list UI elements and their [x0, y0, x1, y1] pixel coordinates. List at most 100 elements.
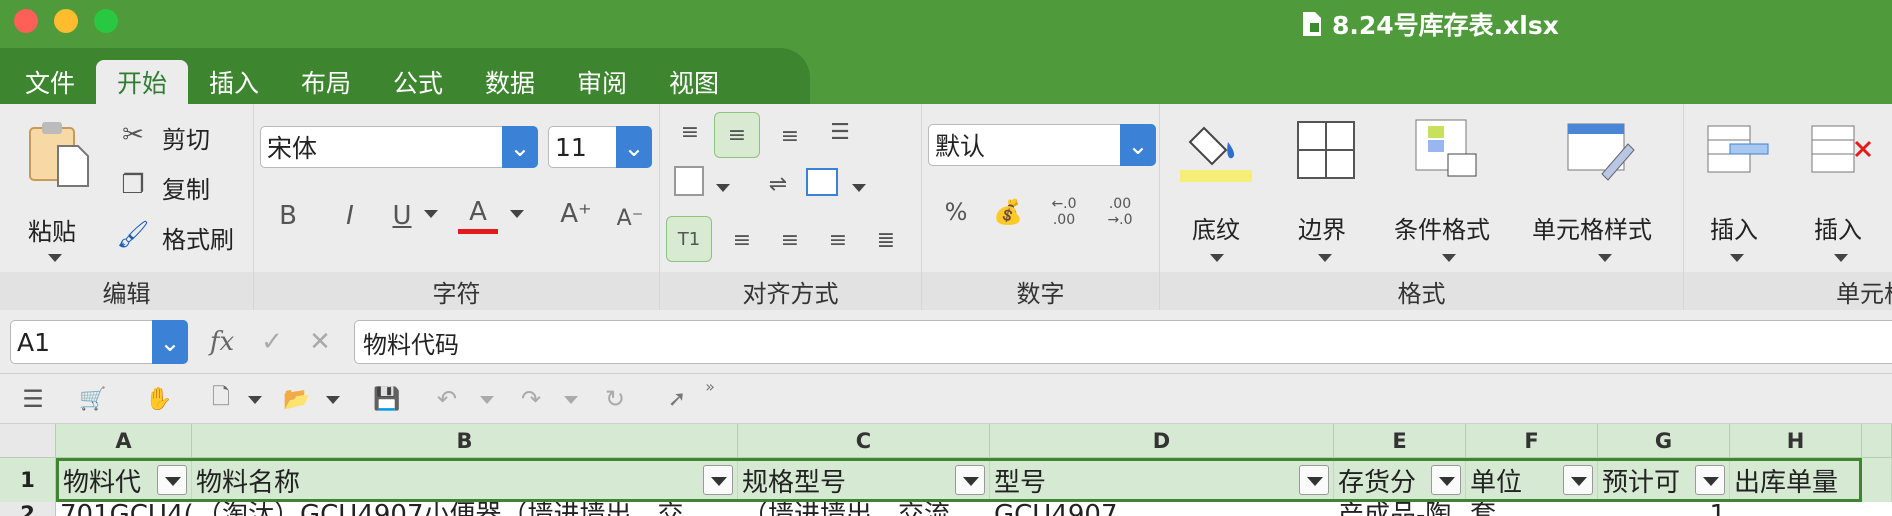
filter-icon[interactable]: [1299, 465, 1329, 495]
column-header[interactable]: A: [56, 424, 192, 458]
font-size-select[interactable]: 11 ⌄: [548, 126, 652, 168]
function-icon[interactable]: fx: [204, 322, 240, 362]
row-header[interactable]: 1: [0, 458, 56, 502]
new-dropdown-icon[interactable]: [248, 396, 262, 404]
percent-button[interactable]: %: [936, 192, 976, 232]
name-box[interactable]: A1 ⌄: [10, 320, 188, 364]
formula-input[interactable]: 物料代码: [354, 320, 1892, 364]
borders-button[interactable]: 边界: [1288, 118, 1364, 268]
currency-icon[interactable]: 💰: [988, 192, 1028, 232]
data-cell[interactable]: GCU4907: [994, 502, 1334, 516]
text-orientation-icon[interactable]: ☰: [820, 112, 860, 152]
cell-styles-button[interactable]: 单元格样式: [1530, 118, 1680, 268]
pointer-icon[interactable]: ➚: [660, 382, 694, 416]
header-cell[interactable]: 规格型号: [738, 458, 990, 502]
undo-icon[interactable]: ↶: [430, 382, 464, 416]
tab-insert[interactable]: 插入: [196, 60, 272, 104]
filter-icon[interactable]: [157, 465, 187, 495]
zoom-window-button[interactable]: [94, 9, 118, 33]
chevron-down-icon[interactable]: ⌄: [1120, 124, 1156, 166]
align-middle-icon[interactable]: ≡: [714, 112, 760, 158]
column-header[interactable]: F: [1466, 424, 1598, 458]
check-icon[interactable]: ✓: [254, 322, 290, 362]
refresh-icon[interactable]: ↻: [598, 382, 632, 416]
header-cell[interactable]: 存货分: [1334, 458, 1466, 502]
tab-view[interactable]: 视图: [656, 60, 732, 104]
filter-icon[interactable]: [1431, 465, 1461, 495]
justify-icon[interactable]: ≣: [866, 220, 906, 260]
tab-review[interactable]: 审阅: [564, 60, 640, 104]
italic-button[interactable]: I: [330, 196, 370, 236]
column-header[interactable]: [1862, 424, 1892, 458]
tab-file[interactable]: 文件: [12, 60, 88, 104]
merge-cells-icon[interactable]: [806, 168, 838, 196]
header-cell[interactable]: 物料代: [56, 458, 192, 502]
column-header[interactable]: B: [192, 424, 738, 458]
data-cell[interactable]: 1: [1602, 502, 1726, 516]
number-format-select[interactable]: 默认 ⌄: [928, 124, 1156, 166]
align-right-icon[interactable]: ≡: [818, 220, 858, 260]
increase-font-icon[interactable]: A⁺: [556, 194, 596, 234]
column-header[interactable]: G: [1598, 424, 1730, 458]
hand-icon[interactable]: ✋: [142, 382, 176, 416]
filter-icon[interactable]: [703, 465, 733, 495]
column-header[interactable]: D: [990, 424, 1334, 458]
insert-cells-button[interactable]: 插入: [1702, 118, 1778, 268]
column-header[interactable]: E: [1334, 424, 1466, 458]
chevron-down-icon[interactable]: ⌄: [616, 126, 652, 168]
chevron-down-icon[interactable]: ⌄: [502, 126, 538, 168]
data-cell[interactable]: （墙进墙出，交流: [742, 502, 990, 516]
paste-dropdown-icon[interactable]: [48, 254, 62, 262]
save-icon[interactable]: 💾: [370, 382, 404, 416]
column-header[interactable]: C: [738, 424, 990, 458]
wrap-text-icon[interactable]: ⇌: [758, 166, 798, 202]
align-bottom-icon[interactable]: ≡: [770, 116, 810, 156]
new-file-icon[interactable]: 🗋: [204, 382, 238, 416]
insert2-dropdown-icon[interactable]: [1834, 254, 1848, 262]
wrap-border-icon[interactable]: [674, 166, 704, 196]
tab-formula[interactable]: 公式: [380, 60, 456, 104]
font-name-select[interactable]: 宋体 ⌄: [260, 126, 538, 168]
align-center-icon[interactable]: ≡: [770, 220, 810, 260]
header-cell[interactable]: 预计可: [1598, 458, 1730, 502]
cart-icon[interactable]: 🛒: [76, 382, 110, 416]
paste-button[interactable]: 粘贴: [18, 118, 94, 268]
fill-color-button[interactable]: 底纹: [1180, 118, 1256, 268]
align-left-icon[interactable]: ≡: [722, 220, 762, 260]
borders-dropdown-icon[interactable]: [1318, 254, 1332, 262]
data-cell[interactable]: [1734, 502, 1862, 516]
redo-icon[interactable]: ↷: [514, 382, 548, 416]
redo-dropdown-icon[interactable]: [564, 396, 578, 404]
header-cell[interactable]: [1862, 458, 1892, 502]
header-cell[interactable]: 出库单量: [1730, 458, 1862, 502]
header-cell[interactable]: 型号: [990, 458, 1334, 502]
more-icon[interactable]: »: [700, 376, 720, 396]
insert-dropdown-icon[interactable]: [1730, 254, 1744, 262]
bold-button[interactable]: B: [268, 196, 308, 236]
conditional-format-button[interactable]: 条件格式: [1390, 118, 1510, 268]
close-window-button[interactable]: [14, 9, 38, 33]
fill-dropdown-icon[interactable]: [1210, 254, 1224, 262]
chevron-down-icon[interactable]: ⌄: [152, 320, 188, 364]
data-cell[interactable]: 701GCU4(: [60, 502, 192, 516]
select-all-corner[interactable]: [0, 424, 56, 458]
border-dropdown-icon[interactable]: [716, 184, 730, 192]
tab-data[interactable]: 数据: [472, 60, 548, 104]
insert-sheet-button[interactable]: 插入: [1806, 118, 1882, 268]
open-folder-icon[interactable]: 📂: [278, 382, 316, 416]
underline-dropdown-icon[interactable]: [424, 210, 438, 218]
conditional-dropdown-icon[interactable]: [1442, 254, 1456, 262]
menu-lines-icon[interactable]: ☰: [16, 382, 50, 416]
filter-icon[interactable]: [1563, 465, 1593, 495]
data-cell[interactable]: 产成品-陶: [1338, 502, 1466, 516]
filter-icon[interactable]: [1695, 465, 1725, 495]
decrease-font-icon[interactable]: A⁻: [610, 198, 650, 238]
filter-icon[interactable]: [955, 465, 985, 495]
header-cell[interactable]: 物料名称: [192, 458, 738, 502]
open-dropdown-icon[interactable]: [326, 396, 340, 404]
cell-styles-dropdown-icon[interactable]: [1598, 254, 1612, 262]
cancel-icon[interactable]: ✕: [302, 322, 338, 362]
undo-dropdown-icon[interactable]: [480, 396, 494, 404]
header-cell[interactable]: 单位: [1466, 458, 1598, 502]
indent-icon[interactable]: T1: [666, 216, 712, 262]
